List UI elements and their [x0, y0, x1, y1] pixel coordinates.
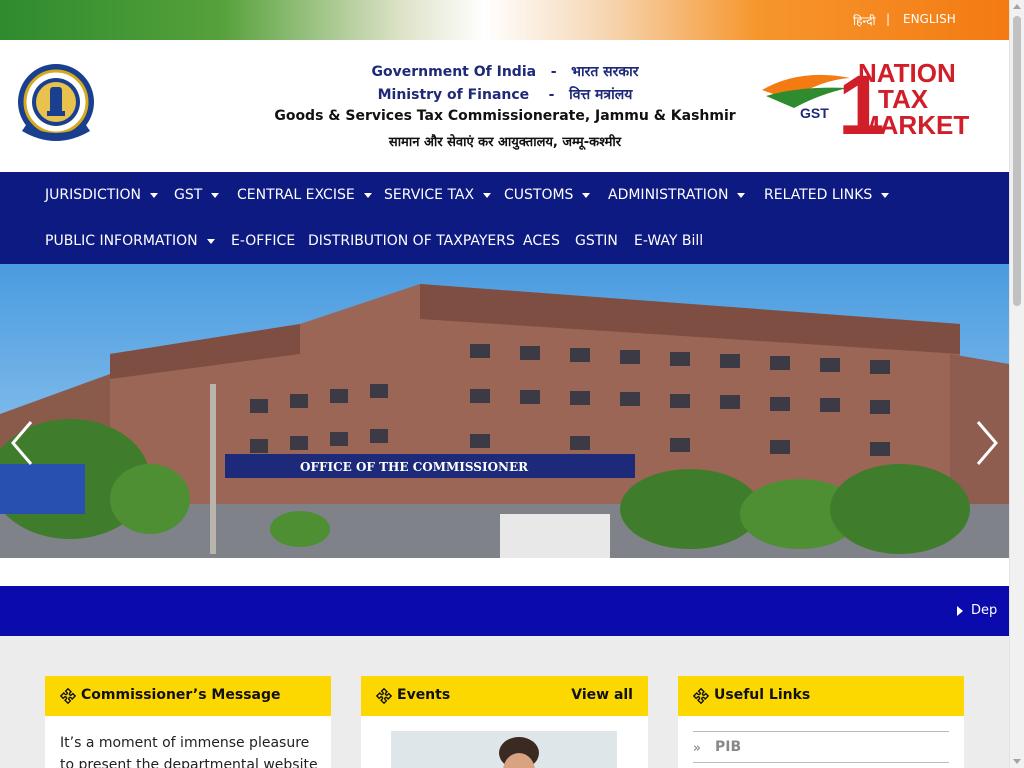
events-view-all-link[interactable]: View all — [571, 687, 633, 703]
carousel-prev-icon[interactable] — [9, 420, 35, 466]
site-header: Government Of India - भारत सरकार Ministr… — [0, 40, 1009, 172]
nav-service-tax[interactable]: SERVICE TAX — [384, 187, 492, 203]
carousel-next-icon[interactable] — [974, 420, 1000, 466]
commissionerate-title: Goods & Services Tax Commissionerate, Ja… — [274, 108, 736, 124]
useful-links-card-header: Useful Links — [678, 676, 964, 716]
news-ticker[interactable]: Dep — [0, 586, 1009, 636]
hero-carousel[interactable]: OFFICE OF THE COMMISSIONER — [0, 264, 1009, 558]
useful-link-label: PIB — [715, 739, 742, 755]
market-text: MARKET — [858, 110, 969, 140]
nav-public-information[interactable]: PUBLIC INFORMATION — [45, 233, 215, 249]
commissioner-card-title: Commissioner’s Message — [81, 687, 281, 703]
puzzle-icon — [693, 688, 709, 704]
ticker-item[interactable]: Dep — [957, 603, 997, 618]
chevron-down-icon — [206, 238, 215, 244]
one-nation-one-tax-logo[interactable]: GST 1 NATION TAX MARKET — [760, 58, 996, 140]
useful-link-item[interactable]: » PIB — [693, 731, 949, 763]
chevron-down-icon — [149, 192, 158, 198]
cbic-emblem-logo[interactable] — [16, 59, 96, 145]
nav-jurisdiction[interactable]: JURISDICTION — [45, 187, 158, 203]
content-section: Commissioner’s Message It’s a moment of … — [0, 636, 1009, 768]
scrollbar-thumb[interactable] — [1013, 16, 1021, 306]
nav-administration[interactable]: ADMINISTRATION — [608, 187, 746, 203]
chevron-down-icon — [737, 192, 746, 198]
chevron-down-icon — [211, 192, 220, 198]
chevron-down-icon — [582, 192, 591, 198]
ministry-line: Ministry of Finance - वित्त मत्रांलय — [377, 87, 633, 103]
double-chevron-right-icon: » — [693, 741, 701, 756]
building-banner-text: OFFICE OF THE COMMISSIONER — [300, 460, 529, 474]
nav-central-excise[interactable]: CENTRAL EXCISE — [237, 187, 372, 203]
main-navigation: JURISDICTION GST CENTRAL EXCISE SERVICE … — [0, 172, 1009, 264]
nav-related-links[interactable]: RELATED LINKS — [764, 187, 890, 203]
nav-gstin[interactable]: GSTIN — [575, 233, 618, 249]
events-card-header: Events View all — [361, 676, 648, 716]
language-separator: | — [886, 12, 891, 26]
hindi-link[interactable]: हिन्दी — [853, 12, 876, 29]
nav-e-way-bill[interactable]: E-WAY Bill — [634, 233, 703, 249]
english-link[interactable]: ENGLISH — [903, 12, 956, 26]
nav-customs[interactable]: CUSTOMS — [504, 187, 591, 203]
events-card: Events View all — [361, 676, 648, 768]
commissioner-card-header: Commissioner’s Message — [45, 676, 331, 716]
useful-links-card-title: Useful Links — [714, 687, 811, 703]
nav-distribution-of-taxpayers[interactable]: DISTRIBUTION OF TAXPAYERS — [308, 233, 515, 249]
scroll-up-arrow-icon[interactable] — [1013, 4, 1021, 9]
nav-e-office[interactable]: E-OFFICE — [231, 233, 295, 249]
puzzle-icon — [60, 688, 76, 704]
commissionerate-title-hindi: सामान और सेवाएं कर आयुक्तालय, जम्मू-कश्म… — [388, 135, 622, 150]
events-card-title: Events — [397, 687, 451, 703]
page: हिन्दी | ENGLISH Government Of India - भ… — [0, 0, 1024, 768]
scroll-down-arrow-icon[interactable] — [1013, 759, 1021, 764]
vertical-scrollbar[interactable] — [1009, 0, 1024, 768]
chevron-down-icon — [881, 192, 890, 198]
office-building-photo: OFFICE OF THE COMMISSIONER — [0, 264, 1009, 558]
puzzle-icon — [376, 688, 392, 704]
chevron-down-icon — [483, 192, 492, 198]
play-arrow-icon — [957, 605, 963, 616]
commissioner-message-text: It’s a moment of immense pleasure to pre… — [60, 735, 318, 768]
nav-gst[interactable]: GST — [174, 187, 220, 203]
gst-text: GST — [800, 105, 829, 121]
nav-aces[interactable]: ACES — [523, 233, 560, 249]
chevron-down-icon — [363, 192, 372, 198]
useful-links-card: Useful Links » PIB — [678, 676, 964, 768]
event-photo[interactable] — [391, 731, 617, 768]
govt-of-india-line: Government Of India - भारत सरकार — [371, 64, 639, 80]
commissioner-message-card: Commissioner’s Message It’s a moment of … — [45, 676, 331, 768]
top-bar: हिन्दी | ENGLISH — [0, 0, 1009, 40]
